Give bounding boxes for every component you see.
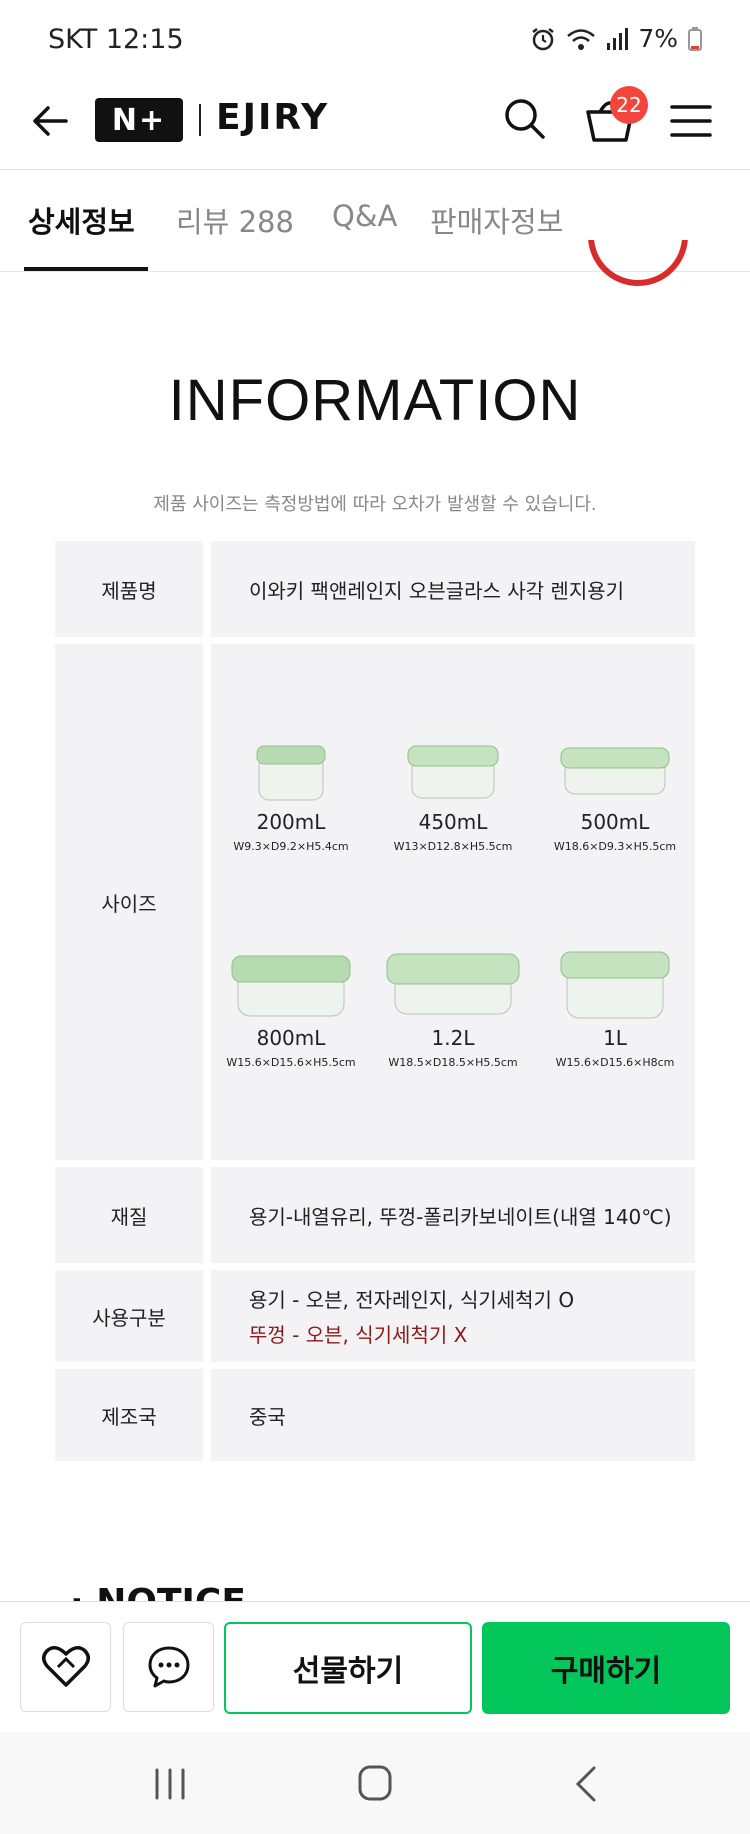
system-nav-bar xyxy=(0,1732,750,1834)
usage-container-line: 용기 - 오븐, 전자레인지, 식기세척기 O xyxy=(249,1288,575,1312)
table-row-sizes: 사이즈 200mL W9.3×D9.2×H5.4cm 450mL W13×D12… xyxy=(55,644,695,1160)
usage-lid-line: 뚜껑 - 오븐, 식기세척기 X xyxy=(249,1323,468,1347)
cart-count-badge: 22 xyxy=(610,86,648,124)
home-icon[interactable] xyxy=(350,1762,400,1806)
size-dimensions: W9.3×D9.2×H5.4cm xyxy=(233,840,349,853)
back-arrow-icon[interactable] xyxy=(28,98,74,144)
status-bar: SKT 12:15 7% xyxy=(0,0,750,80)
size-volume: 1.2L xyxy=(431,1026,475,1050)
container-1200ml-image xyxy=(386,953,520,1015)
size-volume: 200mL xyxy=(256,810,326,834)
container-800ml-image xyxy=(231,955,351,1017)
battery-icon xyxy=(688,26,702,51)
table-row-product: 제품명 이와키 팩앤레인지 오븐글라스 사각 렌지용기 xyxy=(55,541,695,637)
table-row-material: 재질 용기-내열유리, 뚜껑-폴리카보네이트(내열 140℃) xyxy=(55,1167,695,1263)
tab-reviews[interactable]: 리뷰 288 xyxy=(176,199,294,241)
naver-plus-logo[interactable]: N+ xyxy=(95,98,183,142)
logo-divider xyxy=(199,104,201,136)
container-200ml-image xyxy=(256,745,326,801)
size-dimensions: W18.6×D9.3×H5.5cm xyxy=(553,840,677,853)
info-note: 제품 사이즈는 측정방법에 따라 오차가 발생할 수 있습니다. xyxy=(153,494,597,515)
container-1l-image xyxy=(560,951,670,1019)
size-item-1l: 1L W15.6×D15.6×H8cm xyxy=(535,944,695,1069)
status-time: SKT 12:15 xyxy=(48,24,184,55)
material-label: 재질 xyxy=(55,1167,203,1263)
size-volume: 450mL xyxy=(418,810,488,834)
size-item-200ml: 200mL W9.3×D9.2×H5.4cm xyxy=(211,734,371,853)
bottom-action-bar: 선물하기 구매하기 xyxy=(0,1601,750,1732)
tab-qna[interactable]: Q&A xyxy=(332,199,397,233)
gift-button[interactable]: 선물하기 xyxy=(224,1622,472,1714)
tab-details[interactable]: 상세정보 xyxy=(28,199,135,241)
size-dimensions: W15.6×D15.6×H5.5cm xyxy=(226,1056,356,1069)
active-tab-indicator xyxy=(24,267,148,271)
container-450ml-image xyxy=(407,745,499,799)
app-header: N+ EJIRY 22 xyxy=(0,80,750,170)
wifi-icon xyxy=(567,28,596,50)
recent-apps-icon[interactable] xyxy=(145,1762,195,1806)
buy-button[interactable]: 구매하기 xyxy=(482,1622,730,1714)
size-dimensions: W18.5×D18.5×H5.5cm xyxy=(388,1056,518,1069)
usage-label: 사용구분 xyxy=(55,1270,203,1362)
size-item-800ml: 800mL W15.6×D15.6×H5.5cm xyxy=(211,944,371,1069)
back-nav-icon[interactable] xyxy=(562,1762,612,1806)
size-item-500ml: 500mL W18.6×D9.3×H5.5cm xyxy=(535,734,695,853)
size-item-450ml: 450mL W13×D12.8×H5.5cm xyxy=(373,734,533,853)
menu-icon[interactable] xyxy=(668,98,714,144)
size-item-1200ml: 1.2L W18.5×D18.5×H5.5cm xyxy=(373,944,533,1069)
signal-icon xyxy=(607,27,629,50)
origin-label: 제조국 xyxy=(55,1369,203,1461)
info-title: INFORMATION xyxy=(168,368,582,433)
chat-button[interactable] xyxy=(123,1622,214,1712)
wishlist-button[interactable] xyxy=(20,1622,111,1712)
sizes-grid: 200mL W9.3×D9.2×H5.4cm 450mL W13×D12.8×H… xyxy=(211,644,695,1160)
size-volume: 800mL xyxy=(256,1026,326,1050)
decorative-red-circle xyxy=(588,240,688,288)
product-name-label: 제품명 xyxy=(55,541,203,637)
container-500ml-image xyxy=(560,747,670,795)
size-volume: 1L xyxy=(603,1026,627,1050)
table-row-usage: 사용구분 용기 - 오븐, 전자레인지, 식기세척기 O 뚜껑 - 오븐, 식기… xyxy=(55,1270,695,1362)
store-logo[interactable]: EJIRY xyxy=(216,97,329,138)
material-value: 용기-내열유리, 뚜껑-폴리카보네이트(내열 140℃) xyxy=(211,1167,695,1263)
product-name-value: 이와키 팩앤레인지 오븐글라스 사각 렌지용기 xyxy=(211,541,695,637)
chat-bubble-icon xyxy=(148,1646,189,1688)
battery-percent: 7% xyxy=(638,24,678,53)
table-row-origin: 제조국 중국 xyxy=(55,1369,695,1461)
alarm-icon xyxy=(532,27,555,50)
heart-icon xyxy=(41,1646,90,1687)
status-icons: 7% xyxy=(530,24,702,53)
size-label: 사이즈 xyxy=(55,644,203,1160)
size-volume: 500mL xyxy=(580,810,650,834)
usage-value: 용기 - 오븐, 전자레인지, 식기세척기 O 뚜껑 - 오븐, 식기세척기 X xyxy=(211,1270,695,1362)
tab-seller-info[interactable]: 판매자정보 xyxy=(430,199,563,241)
search-icon[interactable] xyxy=(500,94,550,144)
size-dimensions: W13×D12.8×H5.5cm xyxy=(393,840,513,853)
origin-value: 중국 xyxy=(211,1369,695,1461)
size-dimensions: W15.6×D15.6×H8cm xyxy=(555,1056,675,1069)
